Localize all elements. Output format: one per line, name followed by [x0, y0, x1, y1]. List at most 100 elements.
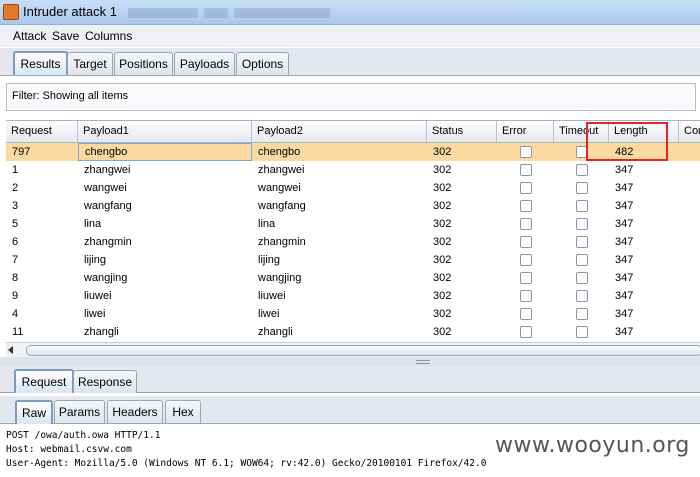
request-user-agent-header: User-Agent: Mozilla/5.0 (Windows NT 6.1;… [6, 458, 487, 469]
tab-raw[interactable]: Raw [15, 400, 53, 424]
tab-headers[interactable]: Headers [107, 400, 163, 423]
menu-save[interactable]: Save [52, 29, 79, 43]
tab-hex[interactable]: Hex [165, 400, 201, 423]
tab-results[interactable]: Results [13, 51, 68, 75]
cell-status: 302 [433, 236, 452, 248]
timeout-checkbox[interactable] [576, 272, 588, 284]
error-checkbox[interactable] [520, 200, 532, 212]
horizontal-scrollbar[interactable] [6, 342, 700, 357]
error-checkbox[interactable] [520, 236, 532, 248]
timeout-checkbox[interactable] [576, 254, 588, 266]
timeout-checkbox[interactable] [576, 290, 588, 302]
error-checkbox[interactable] [520, 146, 532, 158]
cell-request: 1 [12, 164, 19, 176]
cell-request: 7 [12, 254, 19, 266]
tab-options[interactable]: Options [236, 52, 289, 75]
col-header-status[interactable]: Status [427, 121, 497, 142]
cell-payload2: lina [258, 218, 276, 230]
error-checkbox[interactable] [520, 182, 532, 194]
tab-response[interactable]: Response [73, 370, 137, 393]
cell-length: 347 [615, 254, 634, 266]
col-header-error[interactable]: Error [497, 121, 554, 142]
timeout-checkbox[interactable] [576, 182, 588, 194]
scroll-thumb[interactable] [26, 345, 700, 356]
error-checkbox[interactable] [520, 218, 532, 230]
error-checkbox[interactable] [520, 308, 532, 320]
table-row[interactable]: 5 lina lina 302 347 [6, 215, 700, 233]
timeout-checkbox[interactable] [576, 326, 588, 338]
cell-payload2: liwei [258, 308, 280, 320]
menu-bar: Attack Save Columns [0, 25, 700, 47]
title-bar: Intruder attack 1 [0, 0, 700, 25]
timeout-checkbox[interactable] [576, 200, 588, 212]
cell-request: 5 [12, 218, 19, 230]
watermark: www.wooyun.org [495, 433, 690, 458]
cell-payload1: lina [84, 218, 102, 230]
menu-columns[interactable]: Columns [85, 29, 132, 43]
cell-length: 347 [615, 182, 634, 194]
cell-status: 302 [433, 146, 452, 158]
cell-length: 347 [615, 308, 634, 320]
error-checkbox[interactable] [520, 254, 532, 266]
tab-request[interactable]: Request [14, 369, 74, 393]
col-header-request[interactable]: Request [6, 121, 78, 142]
cell-payload2: wangfang [258, 200, 306, 212]
timeout-checkbox[interactable] [576, 308, 588, 320]
window-title: Intruder attack 1 [23, 4, 117, 19]
table-row[interactable]: 2 wangwei wangwei 302 347 [6, 179, 700, 197]
col-header-comment[interactable]: Com [679, 121, 700, 142]
cell-payload2: chengbo [258, 146, 301, 158]
cell-request: 11 [12, 326, 24, 338]
cell-length: 347 [615, 272, 634, 284]
error-checkbox[interactable] [520, 326, 532, 338]
detail-tab-row: Request Response [0, 366, 700, 393]
cell-request: 3 [12, 200, 19, 212]
cell-payload1: liwei [84, 308, 106, 320]
tab-target[interactable]: Target [67, 52, 113, 75]
cell-payload1: wangfang [84, 200, 132, 212]
cell-payload2: wangjing [258, 272, 302, 284]
tab-positions[interactable]: Positions [114, 52, 173, 75]
cell-status: 302 [433, 200, 452, 212]
timeout-checkbox[interactable] [576, 164, 588, 176]
cell-payload2: zhangwei [258, 164, 305, 176]
tab-params[interactable]: Params [54, 400, 105, 423]
cell-length: 347 [615, 164, 634, 176]
table-row[interactable]: 7 lijing lijing 302 347 [6, 251, 700, 269]
table-row[interactable]: 8 wangjing wangjing 302 347 [6, 269, 700, 287]
splitter-grip-icon[interactable] [416, 360, 430, 364]
cell-payload2: zhangmin [258, 236, 306, 248]
cell-length: 347 [615, 218, 634, 230]
menu-attack[interactable]: Attack [13, 29, 46, 43]
error-checkbox[interactable] [520, 290, 532, 302]
tab-payloads[interactable]: Payloads [174, 52, 235, 75]
cell-payload1: chengbo [78, 143, 252, 161]
cell-length: 347 [615, 236, 634, 248]
cell-status: 302 [433, 308, 452, 320]
cell-payload1: zhangmin [84, 236, 132, 248]
error-checkbox[interactable] [520, 164, 532, 176]
cell-request: 8 [12, 272, 19, 284]
pane-splitter[interactable] [0, 357, 700, 366]
table-row[interactable]: 3 wangfang wangfang 302 347 [6, 197, 700, 215]
table-row[interactable]: 4 liwei liwei 302 347 [6, 305, 700, 323]
table-row[interactable]: 1 zhangwei zhangwei 302 347 [6, 161, 700, 179]
cell-status: 302 [433, 182, 452, 194]
background-window-ghost [128, 7, 388, 19]
cell-status: 302 [433, 272, 452, 284]
cell-request: 9 [12, 290, 19, 302]
table-row[interactable]: 11 zhangli zhangli 302 347 [6, 323, 700, 341]
cell-payload1: lijing [84, 254, 107, 266]
scroll-left-arrow-icon[interactable] [8, 346, 13, 354]
col-header-payload2[interactable]: Payload2 [252, 121, 427, 142]
cell-payload2: lijing [258, 254, 281, 266]
table-row[interactable]: 9 liuwei liuwei 302 347 [6, 287, 700, 305]
burp-app-icon [3, 4, 19, 20]
timeout-checkbox[interactable] [576, 236, 588, 248]
error-checkbox[interactable] [520, 272, 532, 284]
table-row[interactable]: 6 zhangmin zhangmin 302 347 [6, 233, 700, 251]
cell-payload2: liuwei [258, 290, 286, 302]
col-header-payload1[interactable]: Payload1 [78, 121, 252, 142]
timeout-checkbox[interactable] [576, 218, 588, 230]
filter-bar[interactable]: Filter: Showing all items [6, 83, 696, 111]
